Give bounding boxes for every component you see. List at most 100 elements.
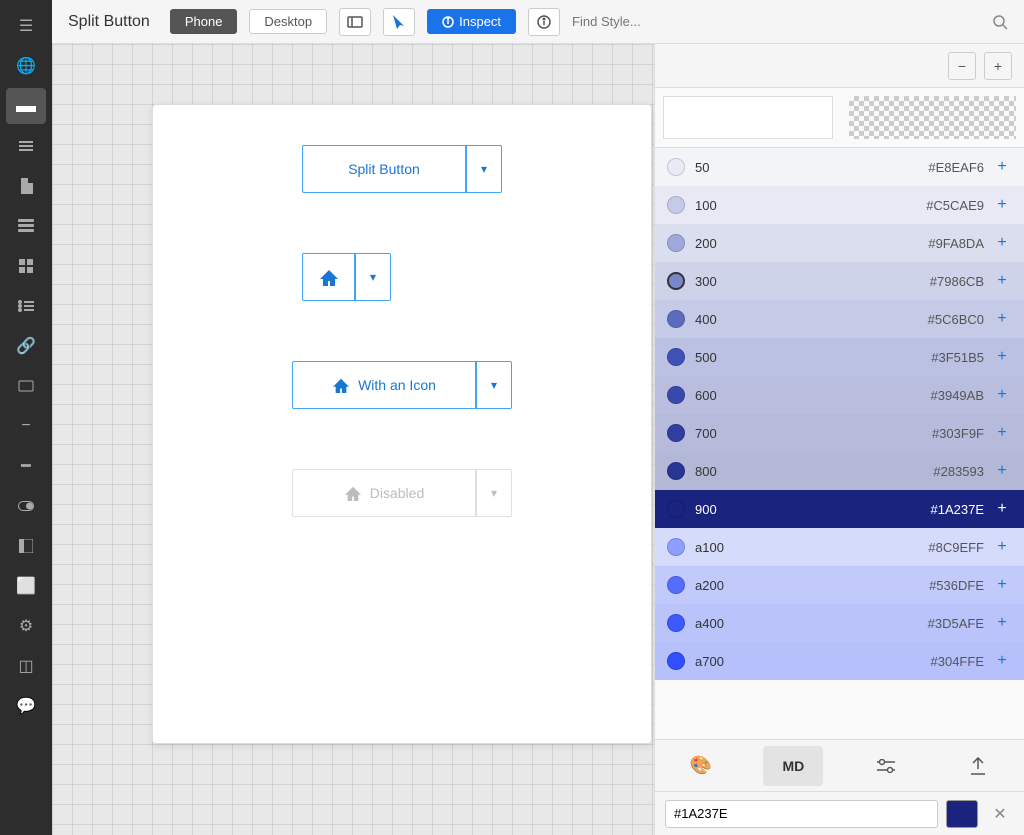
color-row-500[interactable]: 500 #3F51B5 + <box>655 338 1024 376</box>
sidebar-item-grid[interactable] <box>6 248 46 284</box>
split-button-with-icon-arrow[interactable]: ▾ <box>476 361 512 409</box>
color-row-a200[interactable]: a200 #536DFE + <box>655 566 1024 604</box>
color-preview-white <box>663 96 833 139</box>
main-area: Split Button Phone Desktop Inspect <box>52 0 1024 835</box>
color-add-btn-a100[interactable]: + <box>992 537 1012 557</box>
sidebar-item-divider[interactable]: ━ <box>6 448 46 484</box>
split-button-icon-main[interactable] <box>302 253 354 301</box>
upload-icon <box>970 757 986 775</box>
color-add-btn-800[interactable]: + <box>992 461 1012 481</box>
color-hex-200: #9FA8DA <box>928 236 984 251</box>
tab-sliders[interactable] <box>856 746 916 786</box>
sidebar-item-list-detail[interactable] <box>6 288 46 324</box>
color-label-a200: a200 <box>695 578 929 593</box>
color-row-100[interactable]: 100 #C5CAE9 + <box>655 186 1024 224</box>
color-hex-a200: #536DFE <box>929 578 984 593</box>
color-add-btn-100[interactable]: + <box>992 195 1012 215</box>
color-label-500: 500 <box>695 350 931 365</box>
color-dot-400 <box>667 310 685 328</box>
minus-button[interactable]: − <box>948 52 976 80</box>
cursor-icon-button[interactable] <box>383 8 415 36</box>
sidebar-item-minus[interactable]: − <box>6 408 46 444</box>
sidebar-item-more-panels[interactable]: ◫ <box>6 648 46 684</box>
color-row-800[interactable]: 800 #283593 + <box>655 452 1024 490</box>
color-label-50: 50 <box>695 160 928 175</box>
split-button-arrow[interactable]: ▾ <box>466 145 502 193</box>
desktop-button[interactable]: Desktop <box>249 9 327 34</box>
sliders-icon <box>877 759 895 773</box>
sidebar-item-person-settings[interactable]: ⚙ <box>6 608 46 644</box>
sidebar-item-rect[interactable] <box>6 368 46 404</box>
color-add-btn-500[interactable]: + <box>992 347 1012 367</box>
color-row-a100[interactable]: a100 #8C9EFF + <box>655 528 1024 566</box>
sidebar-item-chat[interactable]: 💬 <box>6 688 46 724</box>
split-button-icon-only[interactable]: ▾ <box>302 253 502 301</box>
color-label-600: 600 <box>695 388 931 403</box>
responsive-icon-button[interactable] <box>339 8 371 36</box>
color-row-200[interactable]: 200 #9FA8DA + <box>655 224 1024 262</box>
color-row-700[interactable]: 700 #303F9F + <box>655 414 1024 452</box>
color-row-300[interactable]: 300 #7986CB + <box>655 262 1024 300</box>
sidebar-item-toggle[interactable] <box>6 488 46 524</box>
tab-upload[interactable] <box>948 746 1008 786</box>
split-button-icon-arrow[interactable]: ▾ <box>355 253 391 301</box>
split-button-main-label[interactable]: Split Button <box>302 145 465 193</box>
color-dot-a200 <box>667 576 685 594</box>
color-hex-500: #3F51B5 <box>931 350 984 365</box>
color-dot-a400 <box>667 614 685 632</box>
color-dot-800 <box>667 462 685 480</box>
info-icon-button[interactable] <box>528 8 560 36</box>
color-hex-300: #7986CB <box>930 274 984 289</box>
sidebar-item-document[interactable] <box>6 168 46 204</box>
clear-button[interactable]: ✕ <box>986 800 1014 828</box>
plus-button[interactable]: + <box>984 52 1012 80</box>
split-button-disabled-arrow: ▾ <box>476 469 512 517</box>
color-add-btn-a700[interactable]: + <box>992 651 1012 671</box>
sidebar-item-minus-rect[interactable]: ▬ <box>6 88 46 124</box>
inspect-button[interactable]: Inspect <box>427 9 516 34</box>
color-row-a700[interactable]: a700 #304FFE + <box>655 642 1024 680</box>
split-button-default[interactable]: Split Button ▾ <box>302 145 502 193</box>
hex-input[interactable] <box>665 800 938 828</box>
color-row-900[interactable]: 900 #1A237E + <box>655 490 1024 528</box>
color-add-btn-700[interactable]: + <box>992 423 1012 443</box>
color-dot-700 <box>667 424 685 442</box>
color-row-a400[interactable]: a400 #3D5AFE + <box>655 604 1024 642</box>
search-input[interactable] <box>572 8 984 36</box>
color-add-btn-300[interactable]: + <box>992 271 1012 291</box>
color-hex-900: #1A237E <box>931 502 985 517</box>
color-add-btn-200[interactable]: + <box>992 233 1012 253</box>
right-topbar: − + <box>655 44 1024 88</box>
split-button-with-icon[interactable]: With an Icon ▾ <box>292 361 512 409</box>
color-add-btn-a200[interactable]: + <box>992 575 1012 595</box>
color-label-800: 800 <box>695 464 933 479</box>
tab-md[interactable]: MD <box>763 746 823 786</box>
sidebar-item-window[interactable]: ⬜ <box>6 568 46 604</box>
sidebar-item-globe[interactable]: 🌐 <box>6 48 46 84</box>
sidebar-item-panel[interactable] <box>6 528 46 564</box>
phone-button[interactable]: Phone <box>170 9 238 34</box>
color-add-btn-600[interactable]: + <box>992 385 1012 405</box>
color-add-btn-400[interactable]: + <box>992 309 1012 329</box>
split-button-disabled-main: Disabled <box>292 469 475 517</box>
color-hex-50: #E8EAF6 <box>928 160 984 175</box>
color-add-btn-50[interactable]: + <box>992 157 1012 177</box>
sidebar-item-layers[interactable] <box>6 128 46 164</box>
color-row-600[interactable]: 600 #3949AB + <box>655 376 1024 414</box>
sidebar-item-link[interactable]: 🔗 <box>6 328 46 364</box>
color-add-btn-900[interactable]: + <box>992 499 1012 519</box>
color-hex-a700: #304FFE <box>931 654 984 669</box>
search-area <box>572 8 1008 36</box>
sidebar-item-menu[interactable]: ☰ <box>6 8 46 44</box>
color-add-btn-a400[interactable]: + <box>992 613 1012 633</box>
color-label-a400: a400 <box>695 616 928 631</box>
color-label-100: 100 <box>695 198 926 213</box>
color-dot-600 <box>667 386 685 404</box>
color-row-400[interactable]: 400 #5C6BC0 + <box>655 300 1024 338</box>
sidebar-item-stack[interactable] <box>6 208 46 244</box>
color-row-50[interactable]: 50 #E8EAF6 + <box>655 148 1024 186</box>
color-dot-500 <box>667 348 685 366</box>
tab-palette[interactable]: 🎨 <box>671 746 731 786</box>
split-button-disabled: Disabled ▾ <box>292 469 512 517</box>
split-button-with-icon-main[interactable]: With an Icon <box>292 361 475 409</box>
